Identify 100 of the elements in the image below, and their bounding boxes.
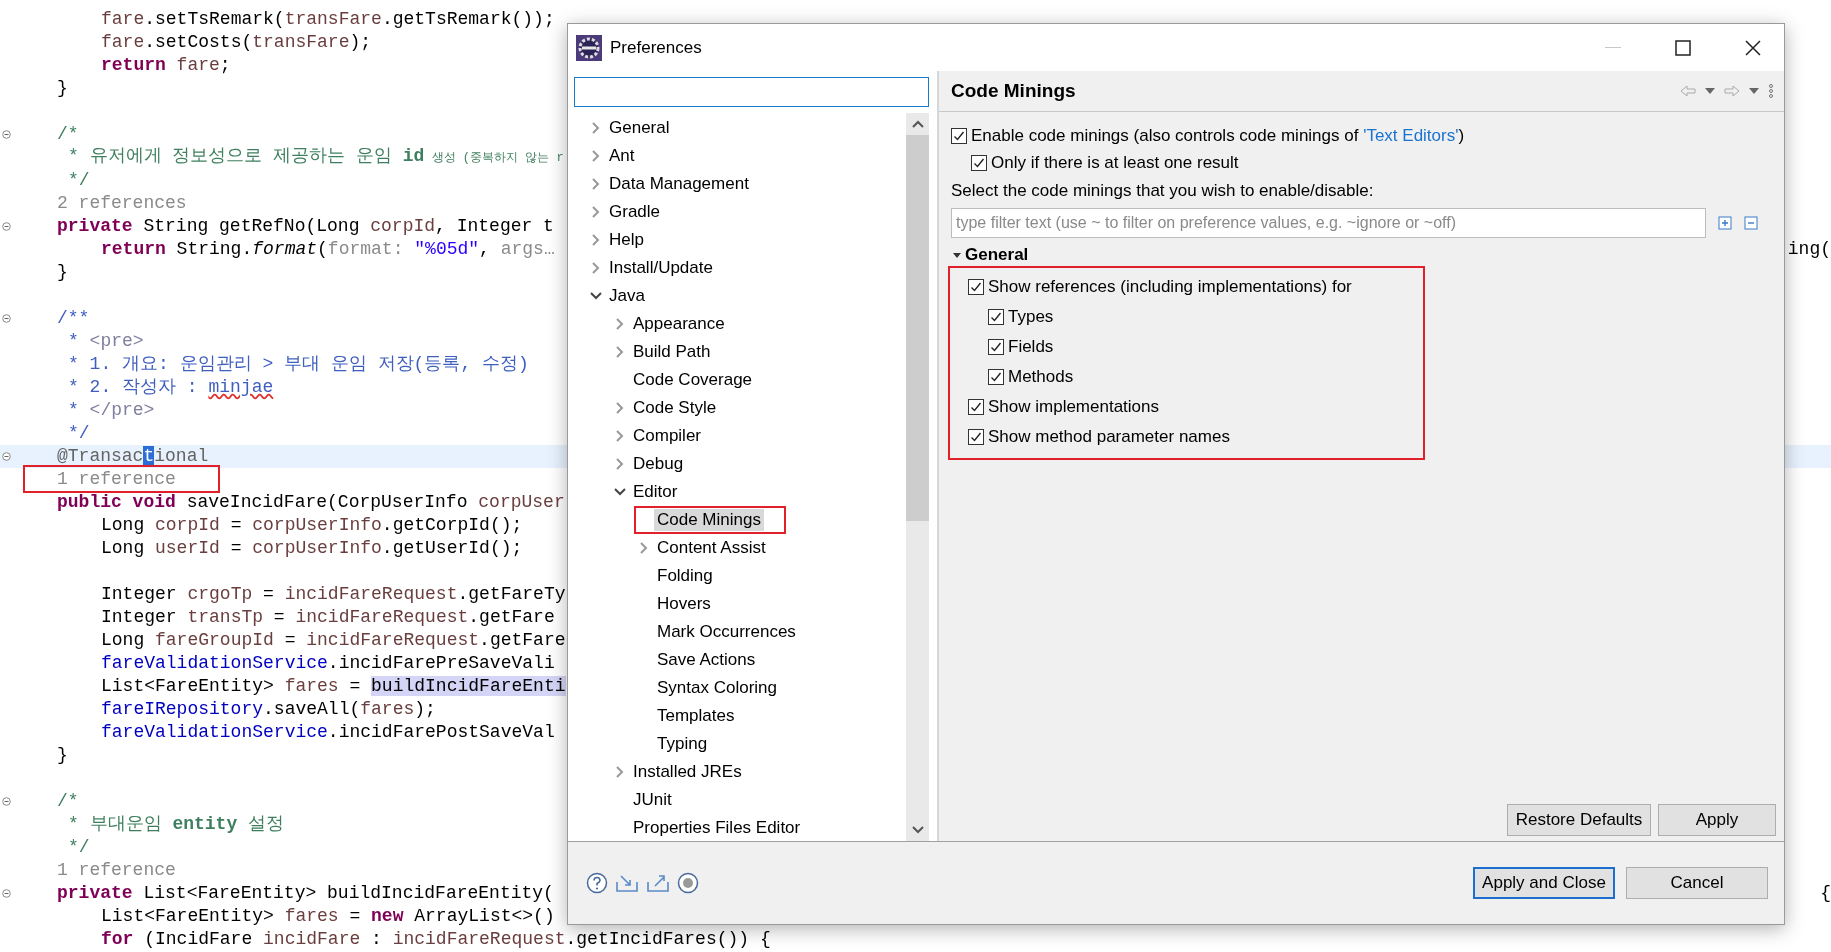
expand-all-icon[interactable] — [1718, 216, 1732, 230]
scroll-up-icon[interactable] — [911, 120, 924, 128]
code-line: } — [56, 261, 68, 284]
tree-item[interactable]: JUnit — [630, 789, 675, 811]
chevron-right-icon[interactable] — [591, 233, 601, 247]
chevron-right-icon[interactable] — [615, 457, 625, 471]
caret-down-icon[interactable] — [1702, 87, 1718, 95]
fold-icon[interactable] — [2, 222, 11, 231]
code-line: * </pre> — [67, 399, 155, 422]
code-line: fare.setCosts(transFare); — [100, 31, 372, 54]
code-line: return fare; — [100, 54, 231, 77]
chevron-right-icon[interactable] — [591, 177, 601, 191]
checkbox[interactable] — [971, 154, 987, 171]
code-line: /* — [56, 790, 79, 813]
chevron-right-icon[interactable] — [591, 261, 601, 275]
restore-defaults-button[interactable]: Restore Defaults — [1507, 804, 1651, 836]
filter-field[interactable]: type filter text (use ~ to filter on preference values, e.g. ~ignore or ~off) — [951, 208, 1706, 238]
chevron-right-icon[interactable] — [639, 541, 649, 555]
tree-item[interactable]: Typing — [654, 733, 711, 755]
checkbox[interactable] — [988, 369, 1004, 385]
checkbox[interactable] — [951, 127, 967, 144]
checkbox[interactable] — [988, 339, 1004, 355]
collapse-all-icon[interactable] — [1744, 216, 1758, 230]
code-line: fareValidationService.incidFarePostSaveVal — [100, 721, 555, 744]
option-label: Show references (including implementations) for — [988, 277, 1352, 297]
tree-item[interactable]: Content Assist — [654, 537, 769, 559]
option-label: Only if there is at least one result — [991, 152, 1239, 173]
tree-item[interactable]: Compiler — [630, 425, 705, 447]
tree-item[interactable]: Gradle — [606, 201, 664, 223]
chevron-right-icon[interactable] — [615, 317, 625, 331]
tree-item[interactable]: Help — [606, 229, 647, 251]
code-line: { — [1820, 882, 1831, 905]
tree-item[interactable]: Syntax Coloring — [654, 677, 780, 699]
checkbox[interactable] — [988, 309, 1004, 325]
close-icon[interactable] — [1745, 39, 1761, 56]
triangle-icon — [953, 251, 961, 259]
search-field[interactable] — [574, 77, 929, 107]
tree-item[interactable]: Folding — [654, 565, 716, 587]
tree-item[interactable]: General — [606, 117, 673, 139]
checkbox[interactable] — [968, 429, 984, 445]
fold-icon[interactable] — [2, 130, 11, 139]
code-mining-label: 1 reference — [56, 468, 176, 491]
code-line: return String.format(format: "%05d", args… — [100, 238, 555, 261]
tree-item[interactable]: Data Management — [606, 173, 752, 195]
tree-item[interactable]: Save Actions — [654, 649, 759, 671]
checkbox[interactable] — [968, 279, 984, 295]
link[interactable]: 'Text Editors' — [1363, 125, 1459, 145]
tree-item[interactable]: Editor — [630, 481, 681, 503]
caret-down-icon[interactable] — [1746, 87, 1762, 95]
chevron-right-icon[interactable] — [591, 205, 601, 219]
fold-icon[interactable] — [2, 797, 11, 806]
code-line: List<FareEntity> fares = new ArrayList<>() — [100, 905, 555, 928]
apply-and-close-button[interactable]: Apply and Close — [1473, 867, 1615, 899]
chevron-right-icon[interactable] — [615, 401, 625, 415]
tree-item[interactable]: Installed JREs — [630, 761, 745, 783]
import-icon[interactable] — [615, 873, 639, 893]
code-line: fare.setTsRemark(transFare.getTsRemark()); — [100, 8, 555, 31]
code-line: Long corpId = corpUserInfo.getCorpId(); — [100, 514, 523, 537]
code-line: * 2. 작성자 : minjae — [67, 376, 274, 399]
tree-item[interactable]: Install/Update — [606, 257, 716, 279]
chevron-right-icon[interactable] — [615, 429, 625, 443]
chevron-right-icon[interactable] — [591, 149, 601, 163]
code-line: } — [56, 77, 68, 100]
fold-icon[interactable] — [2, 889, 11, 898]
tree-item[interactable]: Debug — [630, 453, 687, 475]
tree-item[interactable]: Ant — [606, 145, 638, 167]
menu-icon[interactable] — [1766, 84, 1776, 98]
chevron-right-icon[interactable] — [615, 765, 625, 779]
cancel-button[interactable]: Cancel — [1626, 867, 1768, 899]
tree-item[interactable]: Properties Files Editor — [630, 817, 804, 839]
tree-item[interactable]: Java — [606, 285, 648, 307]
tree-item[interactable]: Appearance — [630, 313, 728, 335]
tree-item[interactable]: Templates — [654, 705, 738, 727]
chevron-down-icon[interactable] — [613, 487, 627, 497]
maximize-icon[interactable] — [1675, 39, 1691, 56]
code-line: public void saveIncidFare(CorpUserInfo corpUser — [56, 491, 565, 514]
code-line: */ — [67, 169, 90, 192]
scrollbar[interactable] — [906, 113, 929, 841]
option-label: Types — [1008, 307, 1054, 327]
tree-item[interactable]: Hovers — [654, 593, 714, 615]
export-icon[interactable] — [646, 873, 670, 893]
chevron-right-icon[interactable] — [615, 345, 625, 359]
fold-icon[interactable] — [2, 314, 11, 323]
apply-button[interactable]: Apply — [1658, 804, 1776, 836]
scroll-down-icon[interactable] — [911, 826, 924, 834]
tree-item[interactable]: Build Path — [630, 341, 714, 363]
tree-item[interactable]: Code Coverage — [630, 369, 756, 391]
tree-item[interactable]: Code Minings — [654, 509, 764, 531]
code-line: private List<FareEntity> buildIncidFareEntity( — [56, 882, 554, 905]
tree-item[interactable]: Code Style — [630, 397, 720, 419]
option-label: Show implementations — [988, 397, 1160, 417]
section-header[interactable]: General — [951, 244, 1029, 266]
code-line: @Transactional — [56, 445, 209, 468]
record-icon[interactable] — [677, 872, 699, 894]
chevron-right-icon[interactable] — [591, 121, 601, 135]
checkbox[interactable] — [968, 399, 984, 415]
help-icon[interactable] — [586, 872, 608, 894]
tree-item[interactable]: Mark Occurrences — [654, 621, 799, 643]
fold-icon[interactable] — [2, 452, 11, 461]
chevron-down-icon[interactable] — [589, 291, 603, 301]
